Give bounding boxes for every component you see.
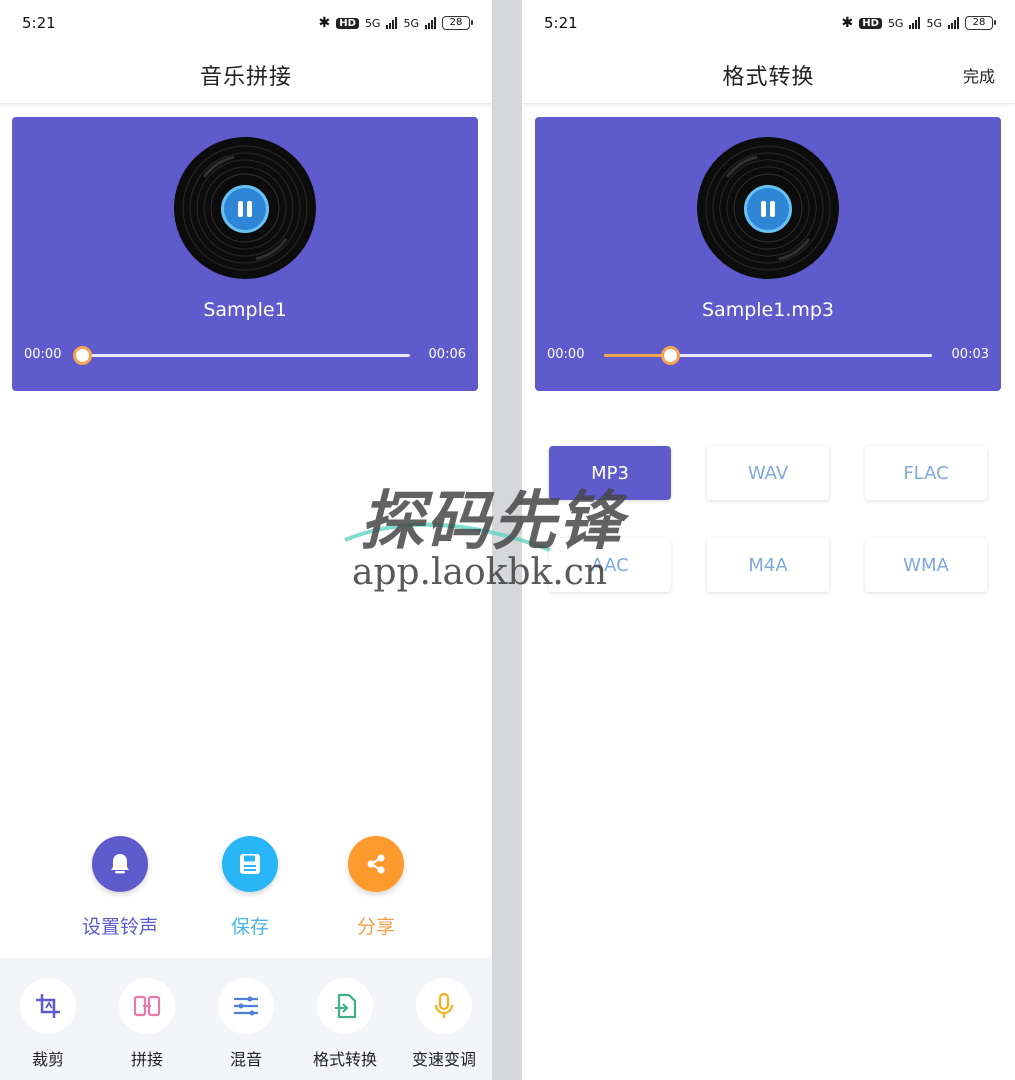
- total-time: 00:03: [951, 347, 989, 362]
- battery-icon: 28: [965, 16, 996, 30]
- tool-crop[interactable]: 裁剪: [2, 978, 94, 1070]
- pause-button[interactable]: [221, 185, 269, 233]
- title-bar: 音乐拼接: [0, 46, 492, 104]
- pause-icon: [238, 201, 252, 217]
- hd-voice-icon: HD: [859, 17, 882, 29]
- progress-fill: [604, 354, 670, 357]
- network-type: 5G: [887, 16, 904, 30]
- splice-icon: [133, 995, 161, 1017]
- page-title: 格式转换: [722, 64, 815, 90]
- network-type-2: 5G: [926, 16, 942, 30]
- signal-icon: [386, 17, 398, 29]
- signal-icon-2: [425, 17, 436, 29]
- microphone-icon: [434, 992, 454, 1018]
- tool-mixer-label: 混音: [229, 1050, 262, 1069]
- current-time: 00:00: [547, 347, 585, 362]
- progress-slider[interactable]: [604, 346, 932, 365]
- current-time: 00:00: [24, 347, 62, 362]
- hd-voice-icon: HD: [336, 17, 359, 29]
- pause-icon: [761, 201, 775, 217]
- crop-icon: [36, 994, 60, 1018]
- format-label: FLAC: [903, 462, 949, 484]
- format-label: M4A: [748, 554, 788, 576]
- audio-player-card: Sample1.mp3 00:00 00:03: [535, 117, 1001, 391]
- track-name: Sample1: [203, 299, 287, 321]
- progress-slider[interactable]: [73, 346, 410, 365]
- format-label: WAV: [747, 462, 789, 484]
- action-buttons: 设置铃声 保存 分享: [0, 836, 492, 946]
- battery-icon: 28: [442, 16, 473, 30]
- save-label: 保存: [230, 916, 269, 938]
- signal-icon: [909, 17, 921, 29]
- page-title: 音乐拼接: [199, 64, 292, 90]
- share-button[interactable]: 分享: [316, 836, 436, 939]
- tool-format-convert[interactable]: 格式转换: [299, 978, 391, 1070]
- tool-format-convert-label: 格式转换: [312, 1050, 377, 1069]
- format-option-m4a[interactable]: M4A: [707, 538, 829, 592]
- status-time: 5:21: [544, 14, 578, 32]
- floppy-icon: [240, 854, 260, 874]
- network-type: 5G: [364, 16, 381, 30]
- status-time: 5:21: [22, 14, 56, 32]
- format-label: WMA: [903, 554, 949, 576]
- convert-icon: [335, 993, 357, 1019]
- format-label: MP3: [591, 462, 629, 484]
- status-bar: 5:21 ✱ HD 5G 5G 28: [0, 0, 492, 46]
- format-convert-screen: 5:21 ✱ HD 5G 5G 28 格式转换 完成 Sample1.mp3 0…: [522, 0, 1015, 1080]
- music-splice-screen: 5:21 ✱ HD 5G 5G 28 音乐拼接 Sample1 00:00 00…: [0, 0, 492, 1080]
- tool-splice-label: 拼接: [130, 1050, 163, 1069]
- format-option-wav[interactable]: WAV: [707, 446, 829, 500]
- share-icon: [367, 854, 385, 874]
- progress-knob[interactable]: [660, 346, 680, 365]
- bottom-toolbar: 裁剪 拼接 混音 格式转换 变速变调: [0, 958, 492, 1080]
- total-time: 00:06: [428, 347, 466, 362]
- format-option-wma[interactable]: WMA: [865, 538, 987, 592]
- mixer-icon: [234, 996, 258, 1016]
- done-button[interactable]: 完成: [963, 63, 995, 87]
- tool-speed-pitch-label: 变速变调: [411, 1050, 476, 1069]
- tool-splice[interactable]: 拼接: [101, 978, 193, 1070]
- format-option-mp3[interactable]: MP3: [549, 446, 671, 500]
- format-option-flac[interactable]: FLAC: [865, 446, 987, 500]
- bluetooth-icon: ✱: [318, 15, 331, 31]
- track-name: Sample1.mp3: [701, 299, 835, 321]
- network-type-2: 5G: [403, 16, 419, 30]
- title-bar: 格式转换 完成: [522, 46, 1015, 104]
- tool-mixer[interactable]: 混音: [200, 978, 292, 1070]
- bell-icon: [111, 854, 129, 874]
- set-ringtone-button[interactable]: 设置铃声: [60, 836, 180, 939]
- tool-speed-pitch[interactable]: 变速变调: [398, 978, 490, 1070]
- share-label: 分享: [356, 916, 395, 938]
- signal-icon-2: [948, 17, 959, 29]
- save-button[interactable]: 保存: [190, 836, 310, 939]
- format-label: AAC: [591, 554, 629, 576]
- format-option-aac[interactable]: AAC: [549, 538, 671, 592]
- status-bar: 5:21 ✱ HD 5G 5G 28: [522, 0, 1015, 46]
- audio-player-card: Sample1 00:00 00:06: [12, 117, 478, 391]
- pause-button[interactable]: [744, 185, 792, 233]
- tool-crop-label: 裁剪: [31, 1050, 64, 1069]
- bluetooth-icon: ✱: [841, 15, 854, 31]
- set-ringtone-label: 设置铃声: [81, 916, 158, 938]
- progress-knob[interactable]: [73, 346, 92, 365]
